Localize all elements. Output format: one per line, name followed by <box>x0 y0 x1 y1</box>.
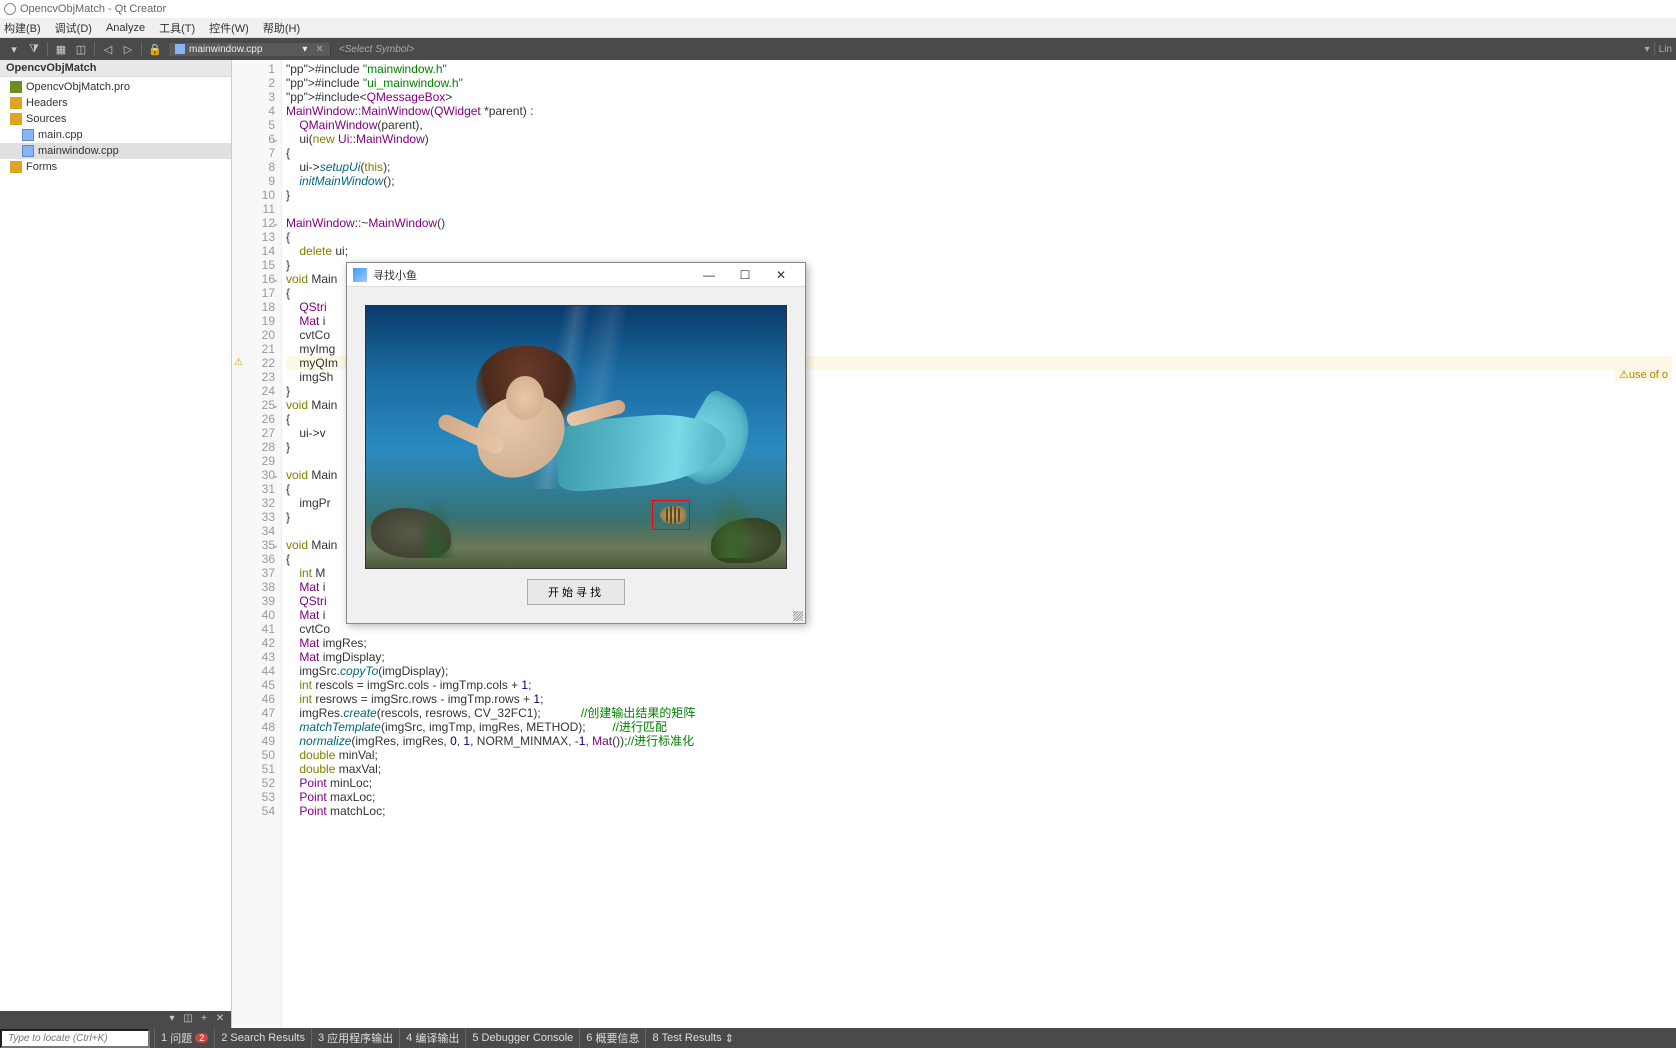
project-tree: OpencvObjMatch.pro Headers Sources main.… <box>0 77 231 177</box>
titlebar: OpencvObjMatch - Qt Creator <box>0 0 1676 18</box>
sb-debugger-console[interactable]: 5 Debugger Console <box>465 1028 579 1048</box>
folder-icon <box>10 161 22 173</box>
toolbar-right: ▾ Lin <box>1645 43 1672 55</box>
cpp-file-icon <box>22 129 34 141</box>
sb-app-output[interactable]: 3 应用程序输出 <box>311 1028 399 1048</box>
start-search-button[interactable]: 开始寻找 <box>527 579 625 605</box>
main-area: OpencvObjMatch OpencvObjMatch.pro Header… <box>0 60 1676 1046</box>
menu-help[interactable]: 帮助(H) <box>263 20 300 36</box>
symbol-selector[interactable]: <Select Symbol> <box>339 44 415 55</box>
sidebar-panel-toolbar: ▾ ◫ + ✕ <box>0 1011 231 1029</box>
project-root[interactable]: OpencvObjMatch <box>0 60 231 77</box>
menu-tools[interactable]: 工具(T) <box>159 20 195 36</box>
locator-input[interactable] <box>0 1029 150 1048</box>
dialog-title-text: 寻找小鱼 <box>373 267 417 283</box>
maximize-button[interactable]: ☐ <box>727 268 763 282</box>
menubar: 构建(B) 调试(D) Analyze 工具(T) 控件(W) 帮助(H) <box>0 18 1676 38</box>
inline-warning: ⚠use of o <box>1615 368 1672 381</box>
split-icon[interactable]: ◫ <box>72 41 90 57</box>
sb-test-results[interactable]: 8 Test Results ⇕ <box>645 1028 739 1048</box>
resize-grip-icon[interactable] <box>793 611 803 621</box>
split-icon[interactable]: ◫ <box>181 1013 195 1027</box>
line-label: Lin <box>1659 44 1672 55</box>
tab-close-icon[interactable]: ✕ <box>315 44 323 55</box>
qt-logo-icon <box>4 3 16 15</box>
nav-back-icon[interactable]: ◁ <box>99 41 117 57</box>
sidebar: OpencvObjMatch OpencvObjMatch.pro Header… <box>0 60 232 1046</box>
filter-icon[interactable]: ⧩ <box>25 41 43 57</box>
dropdown-icon[interactable]: ▾ <box>5 41 23 57</box>
cpp-file-icon <box>175 44 185 54</box>
minimize-button[interactable]: — <box>691 268 727 282</box>
dropdown-icon[interactable]: ▾ <box>1645 44 1650 55</box>
menu-build[interactable]: 构建(B) <box>4 20 41 36</box>
dropdown-icon[interactable]: ▾ <box>165 1013 179 1027</box>
dialog-find-fish: 寻找小鱼 — ☐ ✕ <box>346 262 806 624</box>
tree-item-sources[interactable]: Sources <box>0 111 231 127</box>
image-display <box>365 305 787 569</box>
project-panel: OpencvObjMatch OpencvObjMatch.pro Header… <box>0 60 231 177</box>
layout-icon[interactable]: ▦ <box>52 41 70 57</box>
issues-badge: 2 <box>195 1033 208 1043</box>
sb-general-msgs[interactable]: 6 概要信息 <box>579 1028 645 1048</box>
statusbar: 1 问题2 2 Search Results 3 应用程序输出 4 编译输出 5… <box>0 1028 1676 1048</box>
tree-item-headers[interactable]: Headers <box>0 95 231 111</box>
document-tabs: mainwindow.cpp ▾ ✕ <box>169 43 331 56</box>
editor-toolbar: ▾ ⧩ ▦ ◫ ◁ ▷ 🔒 mainwindow.cpp ▾ ✕ <Select… <box>0 38 1676 60</box>
tab-filename: mainwindow.cpp <box>189 44 262 55</box>
tab-dropdown-icon[interactable]: ▾ <box>302 44 307 55</box>
close-icon[interactable]: ✕ <box>213 1013 227 1027</box>
folder-icon <box>10 113 22 125</box>
cpp-file-icon <box>22 145 34 157</box>
sidebar-spacer <box>0 177 231 1011</box>
folder-icon <box>10 97 22 109</box>
sb-compile-output[interactable]: 4 编译输出 <box>399 1028 465 1048</box>
tree-item-pro[interactable]: OpencvObjMatch.pro <box>0 79 231 95</box>
menu-analyze[interactable]: Analyze <box>106 22 145 34</box>
tree-item-mainwindow-cpp[interactable]: mainwindow.cpp <box>0 143 231 159</box>
dialog-titlebar[interactable]: 寻找小鱼 — ☐ ✕ <box>347 263 805 287</box>
document-tab[interactable]: mainwindow.cpp ▾ ✕ <box>169 43 331 56</box>
menu-debug[interactable]: 调试(D) <box>55 20 92 36</box>
menu-widgets[interactable]: 控件(W) <box>209 20 249 36</box>
sb-search-results[interactable]: 2 Search Results <box>214 1028 311 1048</box>
window-title: OpencvObjMatch - Qt Creator <box>20 3 166 15</box>
tree-item-main-cpp[interactable]: main.cpp <box>0 127 231 143</box>
separator <box>47 42 48 56</box>
lock-icon[interactable]: 🔒 <box>146 41 164 57</box>
nav-fwd-icon[interactable]: ▷ <box>119 41 137 57</box>
close-button[interactable]: ✕ <box>763 268 799 282</box>
separator <box>1654 43 1655 55</box>
mermaid-figure <box>426 336 736 526</box>
tree-item-forms[interactable]: Forms <box>0 159 231 175</box>
fish-target <box>656 502 692 528</box>
line-gutter: 123456⌄789101112⌄13141516⌄171819202122⚠2… <box>232 60 282 1046</box>
dialog-controls: — ☐ ✕ <box>691 268 799 282</box>
dialog-body: 开始寻找 <box>347 287 805 623</box>
separator <box>94 42 95 56</box>
updown-icon: ⇕ <box>725 1032 734 1045</box>
pro-file-icon <box>10 81 22 93</box>
add-icon[interactable]: + <box>197 1013 211 1027</box>
separator <box>141 42 142 56</box>
underwater-scene <box>366 306 786 568</box>
app-icon <box>353 268 367 282</box>
sb-issues[interactable]: 1 问题2 <box>154 1028 214 1048</box>
